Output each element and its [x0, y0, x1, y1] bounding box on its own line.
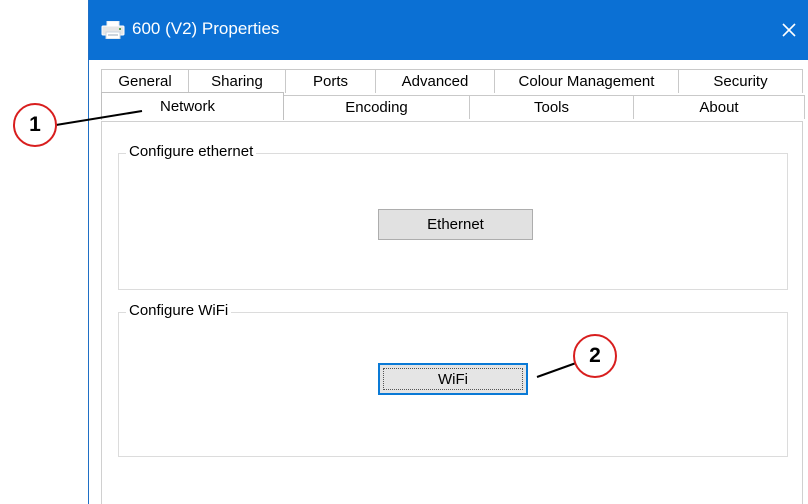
callout-marker-1: 1 [13, 103, 57, 147]
tab-network[interactable]: Network [101, 92, 284, 120]
wifi-group-label: Configure WiFi [126, 302, 232, 319]
close-icon [782, 23, 796, 37]
callout-marker-2: 2 [573, 334, 617, 378]
wifi-groupbox: Configure WiFi WiFi [118, 302, 788, 457]
properties-dialog: 600 (V2) Properties General Sharing Port… [88, 0, 808, 504]
network-tab-panel: Configure ethernet Ethernet Configure Wi… [101, 121, 803, 504]
tab-colour-management[interactable]: Colour Management [494, 69, 679, 93]
close-button[interactable] [769, 0, 808, 60]
tab-ports[interactable]: Ports [285, 69, 376, 93]
tab-advanced[interactable]: Advanced [375, 69, 495, 93]
wifi-button[interactable]: WiFi [378, 363, 528, 395]
tab-general[interactable]: General [101, 69, 189, 93]
tab-tools[interactable]: Tools [469, 95, 634, 119]
tab-sharing[interactable]: Sharing [188, 69, 286, 93]
ethernet-button[interactable]: Ethernet [378, 209, 533, 240]
window-title: 600 (V2) Properties [132, 19, 280, 38]
ethernet-groupbox: Configure ethernet Ethernet [118, 143, 788, 290]
ethernet-group-label: Configure ethernet [126, 143, 257, 160]
wifi-button-label: WiFi [438, 370, 468, 388]
title-bar: 600 (V2) Properties [89, 0, 808, 60]
tab-encoding[interactable]: Encoding [283, 95, 470, 119]
tab-security[interactable]: Security [678, 69, 803, 93]
tab-about[interactable]: About [633, 95, 805, 119]
tab-row-front: Network Encoding Tools About [101, 92, 805, 120]
screenshot: 600 (V2) Properties General Sharing Port… [0, 0, 808, 504]
tab-row-back: General Sharing Ports Advanced Colour Ma… [101, 69, 803, 93]
printer-icon [101, 21, 125, 39]
